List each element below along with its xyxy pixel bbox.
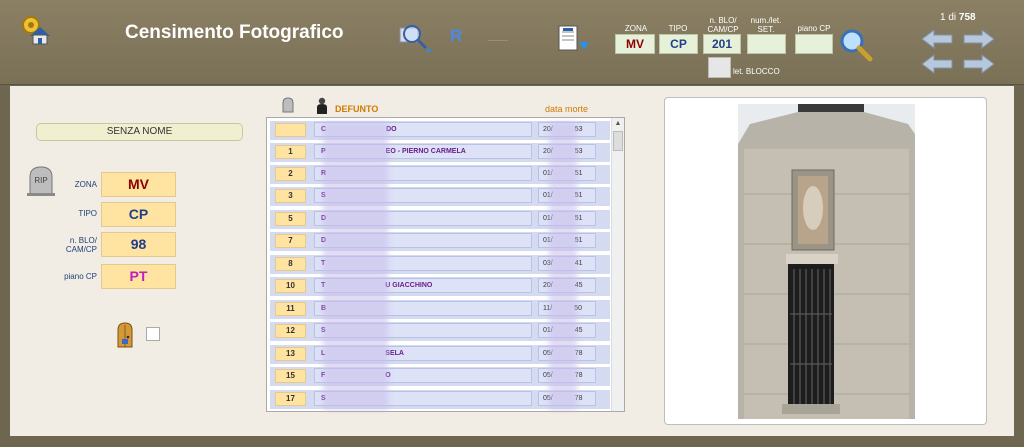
row-number: 11 (275, 302, 306, 316)
detail-tipo-label: TIPO (78, 209, 97, 218)
divider (488, 40, 508, 41)
row-number: 5 (275, 212, 306, 226)
column-defunto[interactable]: DEFUNTO (335, 104, 378, 114)
redaction-blur (549, 122, 577, 410)
row-number: 8 (275, 257, 306, 271)
pager-total: 758 (958, 12, 976, 23)
detail-tipo-field[interactable]: CP (101, 202, 176, 227)
door-checkbox[interactable] (146, 327, 160, 341)
scroll-thumb[interactable] (613, 131, 623, 151)
detail-piano-field[interactable]: PT (101, 264, 176, 289)
blo-label: n. BLO/ CAM/CP (707, 16, 739, 34)
next-record-icon[interactable] (962, 53, 996, 75)
num-set-field[interactable] (747, 34, 786, 54)
door-icon[interactable] (116, 322, 134, 348)
row-number: 12 (275, 324, 306, 338)
row-number: 1 (275, 145, 306, 159)
row-number: 15 (275, 369, 306, 383)
blocco-field[interactable] (708, 57, 731, 78)
bottom-bar (0, 436, 1024, 447)
prev-record-icon[interactable] (920, 53, 954, 75)
document-export-icon[interactable] (557, 24, 591, 54)
detail-zona-field[interactable]: MV (101, 172, 176, 197)
piano-cp-label: piano CP (797, 24, 831, 33)
detail-piano-label: piano CP (64, 272, 97, 281)
tipo-label: TIPO (668, 24, 688, 33)
row-number: 13 (275, 347, 306, 361)
tomb-photo[interactable] (738, 104, 915, 419)
person-icon (317, 97, 327, 114)
tombstone-icon (282, 97, 294, 113)
detail-blo-label: n. BLO/ CAM/CP (65, 236, 97, 254)
pager-current: 1 (940, 12, 946, 23)
blocco-label: let. BLOCCO (733, 67, 780, 76)
photo-frame (664, 97, 987, 425)
num-set-label: num./let. SET. (750, 16, 782, 34)
home-settings-icon[interactable] (20, 14, 52, 46)
deceased-name-field[interactable]: SENZA NOME (36, 123, 243, 141)
piano-cp-field[interactable] (795, 34, 833, 54)
row-number: 3 (275, 189, 306, 203)
scroll-up-icon[interactable]: ▲ (612, 118, 624, 130)
page-title: Censimento Fotografico (125, 22, 344, 43)
row-number: 7 (275, 234, 306, 248)
app-header: Censimento Fotografico R ZONA MV TIPO CP… (0, 0, 1024, 85)
zona-label: ZONA (624, 24, 648, 33)
redaction-blur (323, 122, 388, 410)
row-number: 10 (275, 279, 306, 293)
list-scrollbar[interactable]: ▲ (611, 118, 624, 411)
search-icon[interactable] (838, 27, 874, 63)
row-number: 17 (275, 392, 306, 406)
first-record-icon[interactable] (920, 28, 954, 50)
pager-sep: di (948, 12, 957, 23)
zona-field[interactable]: MV (615, 34, 655, 54)
last-record-icon[interactable] (962, 28, 996, 50)
tipo-field[interactable]: CP (659, 34, 698, 54)
blo-field[interactable]: 201 (703, 34, 741, 54)
row-number: 2 (275, 167, 306, 181)
column-data-morte[interactable]: data morte (545, 104, 588, 114)
magnify-photo-icon[interactable] (398, 22, 432, 54)
search-mode-label[interactable]: R (450, 26, 462, 46)
detail-zona-label: ZONA (74, 180, 97, 189)
svg-text:RIP: RIP (34, 176, 47, 185)
detail-blo-field[interactable]: 98 (101, 232, 176, 257)
pager: 1 di 758 (940, 12, 976, 23)
row-number (275, 123, 306, 137)
